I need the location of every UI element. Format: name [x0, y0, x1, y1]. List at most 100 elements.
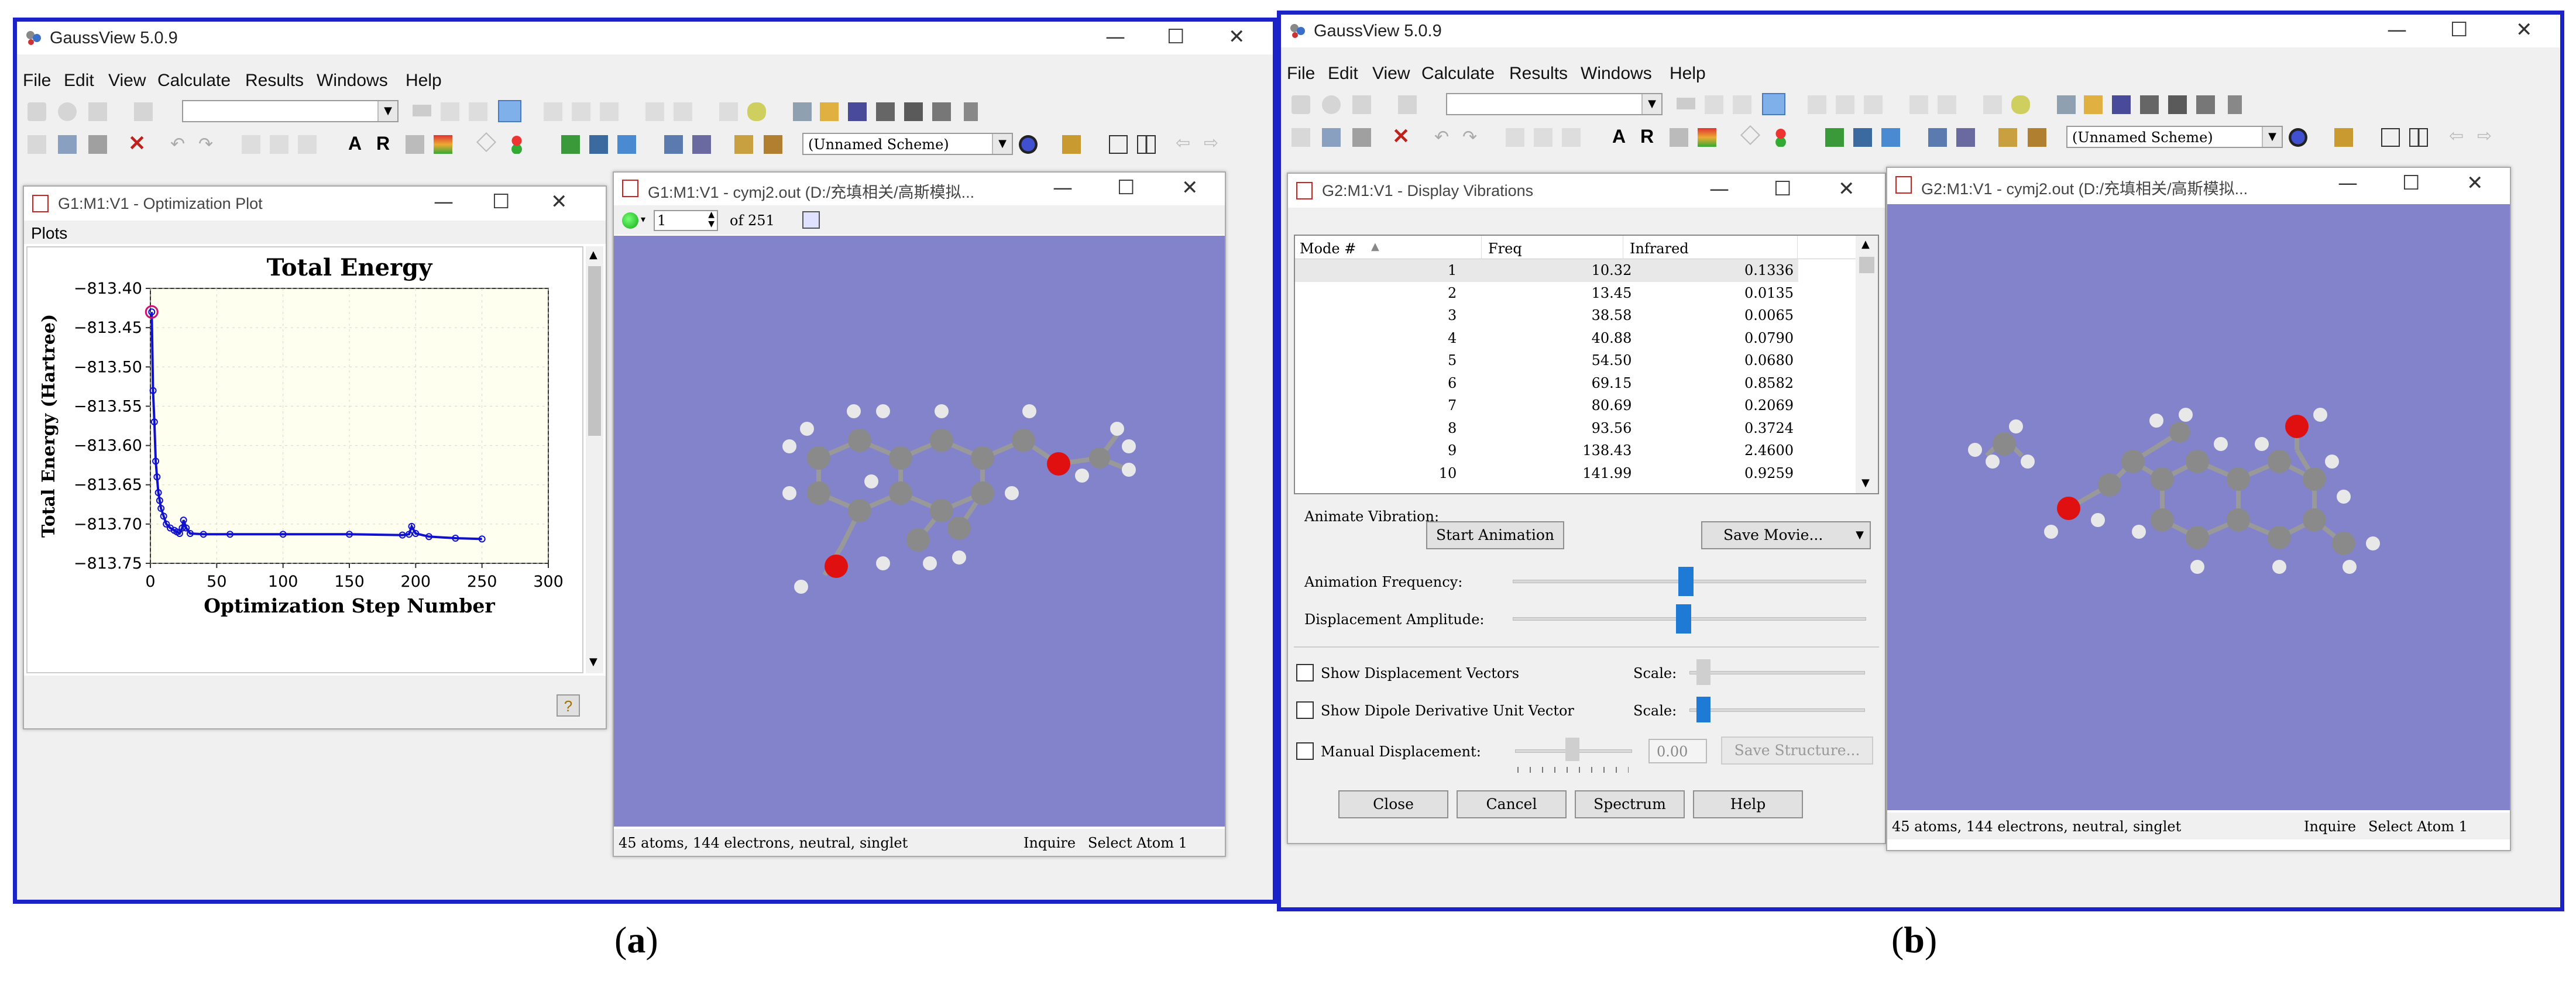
minimize-icon[interactable]: —	[2338, 171, 2358, 195]
cancel-button[interactable]: Cancel	[1457, 790, 1567, 818]
maximize-icon[interactable]: ☐	[1774, 177, 1791, 201]
table-row[interactable]: 10 141.99 0.9259	[1295, 462, 1798, 485]
toolbar-icon[interactable]	[1019, 135, 1038, 154]
toolbar-icon[interactable]	[747, 102, 766, 121]
minimize-icon[interactable]: —	[1105, 25, 1125, 49]
toolbar-icon[interactable]	[674, 102, 692, 121]
toolbar-icon[interactable]	[2228, 95, 2242, 114]
table-row[interactable]: 6 69.15 0.8582	[1295, 372, 1798, 395]
close-icon[interactable]: ✕	[551, 190, 568, 214]
toolbar-icon[interactable]	[2168, 95, 2187, 114]
scheme-combo[interactable]: (Unnamed Scheme) ▼	[2066, 126, 2283, 148]
paste-icon[interactable]	[88, 135, 107, 154]
toolbar-icon[interactable]	[413, 105, 431, 116]
toolbar-icon[interactable]	[1808, 95, 1826, 114]
opt-scrollbar[interactable]: ▲ ▼	[586, 246, 603, 673]
displacement-amplitude-handle[interactable]	[1676, 604, 1691, 634]
help-button[interactable]: Help	[1693, 790, 1803, 818]
toolbar-icon[interactable]	[507, 135, 526, 154]
toolbar-icon[interactable]	[1928, 128, 1947, 147]
toolbar-icon[interactable]	[1836, 95, 1854, 114]
toolbar-icon[interactable]	[764, 135, 782, 154]
minimize-icon[interactable]: —	[1709, 177, 1729, 201]
toolbar-icon[interactable]	[617, 135, 636, 154]
toolbar-icon[interactable]	[1677, 98, 1695, 109]
maximize-icon[interactable]: ☐	[492, 190, 510, 214]
dipole-scale-slider[interactable]	[1689, 708, 1865, 712]
element-combo[interactable]: ▼	[1446, 93, 1663, 115]
manual-displacement-checkbox[interactable]	[1296, 742, 1314, 760]
frame-spinbox[interactable]: 1 ▲ ▼	[654, 210, 718, 231]
menu-edit[interactable]: Edit	[64, 71, 94, 91]
displacement-scale-handle[interactable]	[1696, 659, 1711, 685]
menu-windows[interactable]: Windows	[1581, 64, 1652, 84]
toolbar-icon[interactable]	[1398, 95, 1417, 114]
toolbar-icon[interactable]	[793, 102, 812, 121]
maximize-icon[interactable]: ☐	[1167, 25, 1184, 49]
play-green-icon[interactable]	[622, 212, 638, 229]
col-mode-header[interactable]: Mode #	[1300, 240, 1356, 257]
menu-help[interactable]: Help	[1670, 64, 1706, 84]
toolbar-icon[interactable]	[1109, 135, 1128, 154]
toolbar-icon[interactable]	[1956, 128, 1975, 147]
toolbar-icon[interactable]	[476, 132, 496, 152]
minimize-icon[interactable]: —	[434, 190, 454, 214]
paste-icon[interactable]	[1352, 128, 1371, 147]
maximize-icon[interactable]: ☐	[1117, 176, 1135, 199]
toolbar-icon[interactable]	[469, 102, 487, 121]
toolbar-icon[interactable]	[904, 102, 923, 121]
back-arrow-icon[interactable]: ⇦	[1176, 134, 1194, 153]
toolbar-icon[interactable]	[964, 102, 978, 121]
manual-value-field[interactable]: 0.00	[1648, 739, 1707, 763]
menu-calculate[interactable]: Calculate	[157, 71, 231, 91]
copy-icon[interactable]	[58, 135, 77, 154]
save-file-icon[interactable]	[2112, 95, 2131, 114]
close-icon[interactable]: ✕	[1181, 176, 1198, 199]
toolbar-icon[interactable]	[645, 102, 664, 121]
table-row[interactable]: 1 10.32 0.1336	[1295, 259, 1798, 282]
toolbar-icon[interactable]	[441, 102, 459, 121]
delete-icon[interactable]: ✕	[1392, 126, 1411, 147]
back-arrow-icon[interactable]: ⇦	[2449, 127, 2468, 146]
minimize-icon[interactable]: —	[2387, 18, 2407, 42]
close-icon[interactable]: ✕	[2467, 171, 2484, 195]
toolbar-icon[interactable]	[1733, 95, 1751, 114]
show-displacement-vectors-checkbox[interactable]	[1296, 664, 1314, 681]
spectrum-button[interactable]: Spectrum	[1575, 790, 1685, 818]
toolbar-icon[interactable]	[1705, 95, 1723, 114]
table-row[interactable]: 9 138.43 2.4600	[1295, 439, 1798, 462]
toolbar-icon[interactable]	[734, 135, 753, 154]
toolbar-icon[interactable]	[1322, 95, 1341, 114]
toolbar-icon[interactable]	[1670, 128, 1688, 147]
molecule-viewer[interactable]	[614, 236, 1225, 827]
save-structure-button[interactable]: Save Structure...	[1721, 736, 1873, 765]
help-icon[interactable]: ?	[557, 694, 580, 717]
mouse-mode-icon[interactable]	[1762, 93, 1785, 115]
toolbar-icon[interactable]	[28, 102, 46, 121]
toolbar-icon[interactable]	[1506, 128, 1524, 147]
toolbar-icon[interactable]	[406, 135, 424, 154]
toolbar-icon[interactable]	[134, 102, 153, 121]
toolbar-icon[interactable]	[2409, 128, 2428, 147]
scrollbar-thumb[interactable]	[588, 266, 601, 436]
menu-file[interactable]: File	[23, 71, 51, 91]
toolbar-icon[interactable]	[1137, 135, 1156, 154]
molecule-viewer[interactable]	[1887, 204, 2510, 810]
toolbar-icon[interactable]	[88, 102, 107, 121]
table-row[interactable]: 5 54.50 0.0680	[1295, 349, 1798, 372]
mouse-mode-icon[interactable]	[498, 100, 521, 122]
toolbar-icon[interactable]	[1881, 128, 1900, 147]
table-row[interactable]: 4 40.88 0.0790	[1295, 327, 1798, 350]
table-row[interactable]: 7 80.69 0.2069	[1295, 394, 1798, 417]
col-freq-header[interactable]: Freq	[1488, 240, 1522, 257]
toolbar-icon[interactable]	[1292, 95, 1310, 114]
toolbar-icon[interactable]	[1998, 128, 2017, 147]
toolbar-icon[interactable]	[600, 102, 619, 121]
toolbar-icon[interactable]	[28, 135, 46, 154]
scrollbar-thumb[interactable]	[1859, 257, 1874, 273]
toolbar-icon[interactable]	[2011, 95, 2030, 114]
toolbar-icon[interactable]	[1292, 128, 1310, 147]
menu-edit[interactable]: Edit	[1328, 64, 1358, 84]
toolbar-icon[interactable]	[664, 135, 683, 154]
displacement-scale-slider[interactable]	[1689, 671, 1865, 674]
